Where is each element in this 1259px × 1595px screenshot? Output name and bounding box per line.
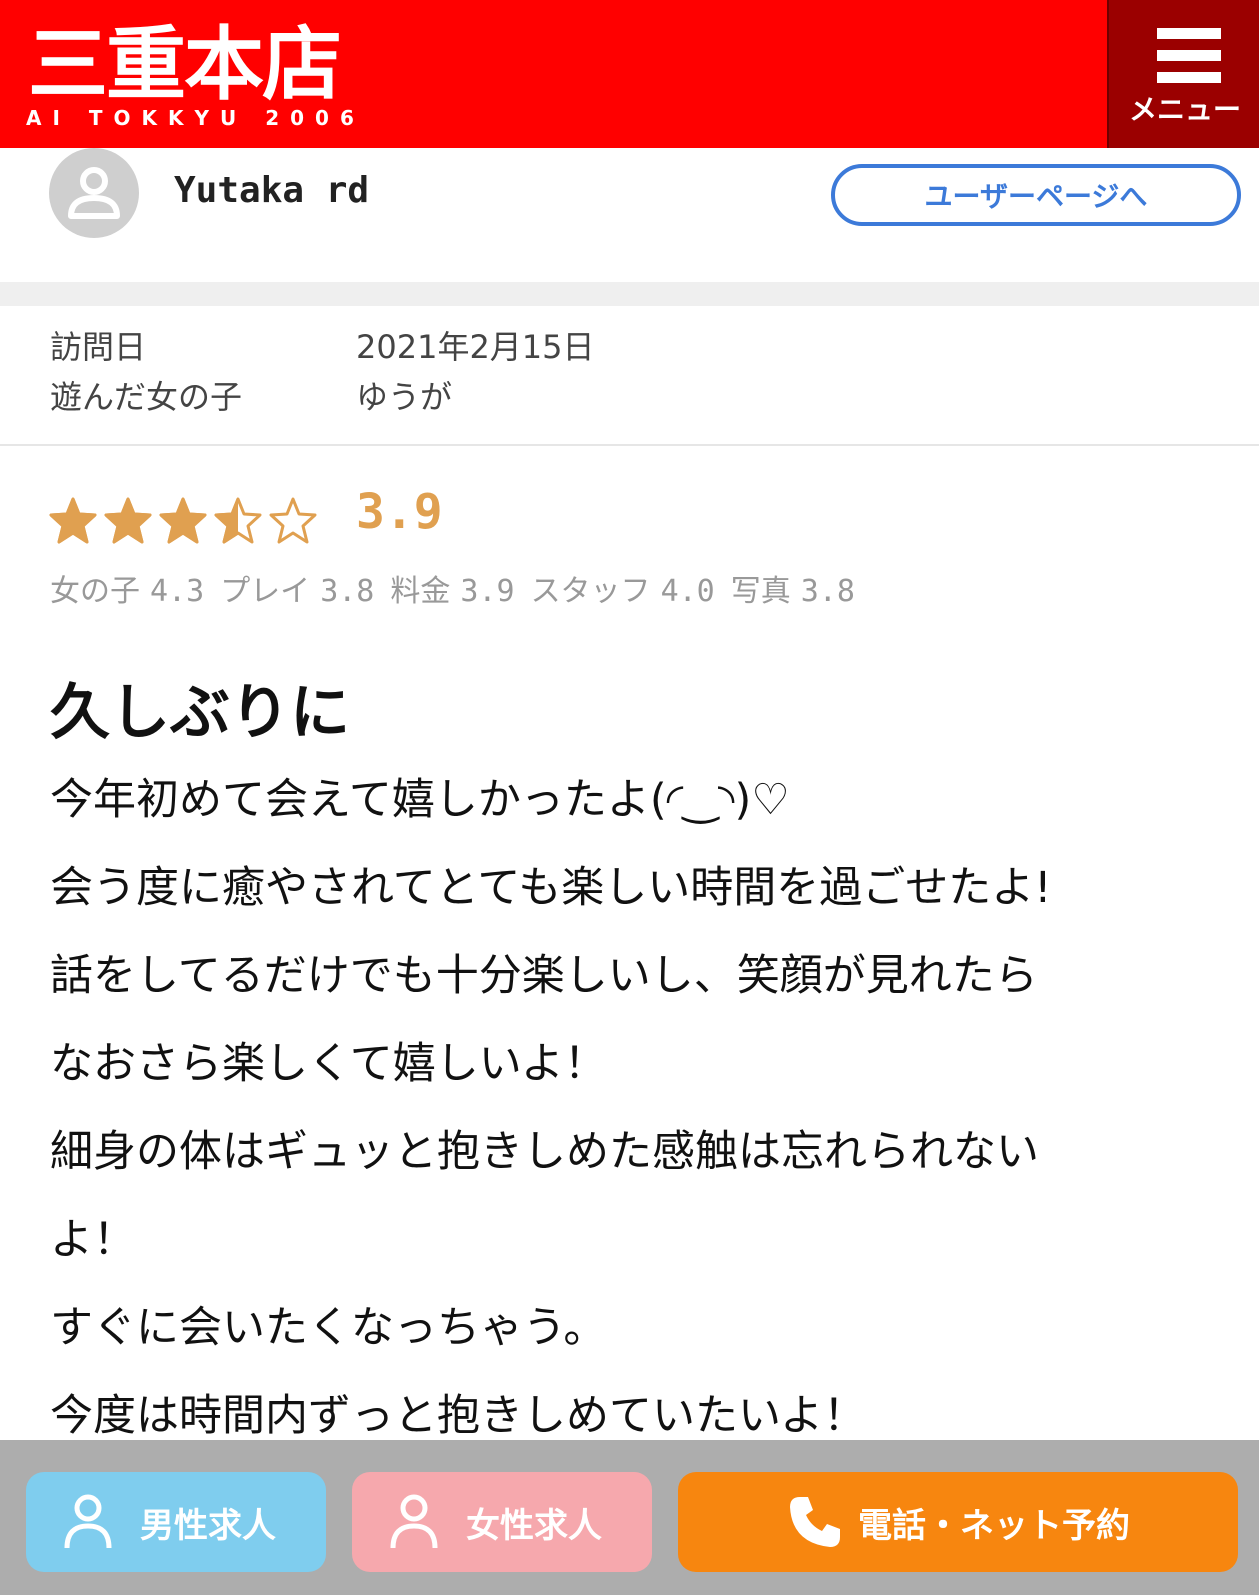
- site-logo[interactable]: 三重本店 AI TOKKYU 2006: [22, 10, 354, 140]
- overall-score: 3.9: [356, 484, 443, 540]
- menu-button[interactable]: メニュー: [1107, 0, 1259, 148]
- bottom-action-bar: 男性求人 女性求人 電話・ネット予約: [0, 1440, 1259, 1595]
- review-line: 話をしてるだけでも十分楽しいし、笑顔が見れたら: [50, 951, 1038, 1001]
- female-jobs-label: 女性求人: [466, 1505, 602, 1546]
- subscore-value: 4.0: [660, 574, 715, 609]
- girl-label: 遊んだ女の子: [50, 378, 243, 416]
- reserve-button[interactable]: 電話・ネット予約: [678, 1472, 1238, 1572]
- review-body: 今年初めて会えて嬉しかったよ(◜‿◝)♡ 会う度に癒やされてとても楽しい時間を過ご…: [50, 756, 1230, 1460]
- person-icon: [64, 1494, 112, 1549]
- review-line: よ！: [50, 1215, 136, 1265]
- male-jobs-label: 男性求人: [140, 1505, 276, 1546]
- subscore-value: 3.8: [800, 574, 855, 609]
- subscore-label: 写真: [730, 574, 791, 609]
- reviewer-name[interactable]: Yutaka rd: [174, 170, 369, 211]
- male-jobs-button[interactable]: 男性求人: [26, 1472, 326, 1572]
- star-full-icon: [159, 497, 207, 544]
- review-line: 細身の体はギュッと抱きしめた感触は忘れられない: [50, 1127, 1039, 1177]
- subscore-value: 3.9: [460, 574, 515, 609]
- star-full-icon: [104, 497, 152, 544]
- hamburger-icon: [1157, 28, 1221, 84]
- subscore-value: 4.3: [150, 574, 205, 609]
- sub-scores: 女の子 4.3 プレイ 3.8 料金 3.9 スタッフ 4.0 写真 3.8: [50, 566, 871, 610]
- subscore-label: スタッフ: [530, 574, 651, 609]
- review-line: 会う度に癒やされてとても楽しい時間を過ごせたよ!: [50, 863, 1052, 913]
- person-icon: [390, 1494, 438, 1549]
- review-line: なおさら楽しくて嬉しいよ！: [50, 1039, 607, 1089]
- section-divider: [0, 282, 1259, 306]
- phone-icon: [790, 1497, 840, 1547]
- star-rating: [48, 496, 323, 544]
- subscore-label: プレイ: [220, 574, 311, 609]
- logo-title: 三重本店: [28, 17, 342, 111]
- logo-subtitle: AI TOKKYU 2006: [26, 106, 365, 130]
- subscore-label: 女の子: [50, 574, 140, 609]
- visit-date-label: 訪問日: [50, 328, 147, 366]
- girl-name[interactable]: ゆうが: [356, 372, 452, 418]
- review-title: 久しぶりに: [50, 678, 350, 748]
- review-line: 今年初めて会えて嬉しかったよ(◜‿◝)♡: [50, 775, 790, 825]
- star-half-icon: [214, 497, 262, 544]
- user-page-button[interactable]: ユーザーページへ: [831, 164, 1241, 226]
- visit-date-value: 2021年2月15日: [356, 328, 595, 366]
- site-header: 三重本店 AI TOKKYU 2006 メニュー: [0, 0, 1259, 148]
- user-avatar-icon: [49, 148, 139, 238]
- subscore-value: 3.8: [320, 574, 375, 609]
- visit-info: 訪問日 2021年2月15日 遊んだ女の子 ゆうが: [0, 306, 1259, 446]
- reserve-label: 電話・ネット予約: [858, 1505, 1130, 1546]
- star-empty-icon: [269, 497, 317, 544]
- review-line: すぐに会いたくなっちゃう。: [50, 1303, 607, 1353]
- reviewer-row: Yutaka rd ユーザーページへ: [0, 148, 1259, 278]
- female-jobs-button[interactable]: 女性求人: [352, 1472, 652, 1572]
- star-full-icon: [49, 497, 97, 544]
- subscore-label: 料金: [390, 574, 451, 609]
- menu-label: メニュー: [1128, 93, 1241, 126]
